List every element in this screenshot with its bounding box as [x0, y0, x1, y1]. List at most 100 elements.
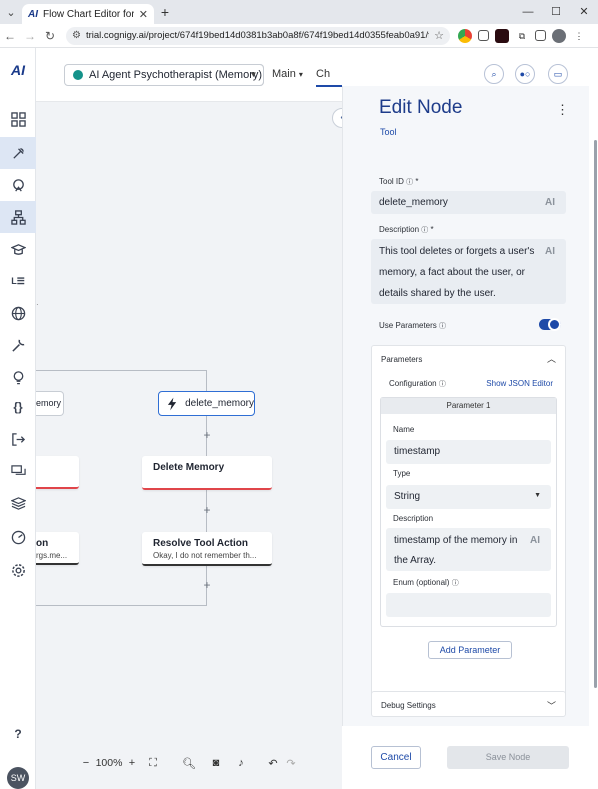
camera-icon[interactable]: ◙ [204, 757, 228, 769]
left-partial-node[interactable] [36, 456, 79, 489]
agent-name: AI Agent Psychotherapist (Memory) [89, 69, 263, 81]
enum-field[interactable] [386, 593, 551, 617]
connector-line [36, 605, 207, 606]
delete-memory-tool-node[interactable]: delete_memory [158, 391, 255, 416]
undo-icon[interactable]: ↶ [262, 757, 284, 770]
name-field[interactable]: timestamp [386, 440, 551, 464]
left-partial-resolve-node[interactable]: on rgs.me... [36, 532, 79, 565]
flow-canvas[interactable]: ‹ · + + + emory delete_memory Delete Mem… [36, 102, 342, 789]
chat-bubble-icon[interactable]: ▭ [548, 64, 568, 84]
agent-icon[interactable] [0, 169, 36, 201]
back-icon[interactable]: ← [0, 29, 20, 43]
build-icon[interactable] [0, 137, 36, 169]
chrome-extension-icon[interactable] [458, 28, 472, 43]
save-node-button[interactable]: Save Node [447, 746, 569, 769]
use-parameters-toggle[interactable] [539, 318, 561, 331]
extensions-area: ⧉ ⋮ [458, 28, 586, 43]
reload-icon[interactable]: ↻ [40, 29, 60, 43]
browser-tab[interactable]: AI Flow Chart Editor for Main | Co ✕ [22, 4, 154, 24]
use-parameters-label-text: Use Parameters [379, 321, 437, 330]
tool-node-label: delete_memory [185, 398, 254, 409]
analytics-icon[interactable] [0, 521, 36, 553]
address-bar: ← → ↻ ⚙ trial.cognigy.ai/project/674f19b… [0, 24, 598, 48]
more-options-icon[interactable]: ⋮ [556, 102, 569, 118]
flow-selector[interactable]: Main ▾ [272, 68, 303, 80]
ai-assist-icon[interactable]: AI [530, 535, 540, 546]
panel-scrollbar[interactable] [594, 140, 597, 688]
description-line-3: details shared by the user. [379, 288, 496, 299]
parameters-section: Parameters ︿ Configuration ⓘ Show JSON E… [371, 345, 566, 702]
minimize-icon[interactable]: — [514, 0, 542, 24]
site-info-icon[interactable]: ⚙ [72, 30, 81, 41]
dark-extension-icon[interactable] [495, 28, 509, 43]
param-description-field[interactable]: timestamp of the memory in the Array. AI [386, 528, 551, 571]
resolve-tool-action-node[interactable]: Resolve Tool Action Okay, I do not remem… [142, 532, 272, 566]
add-parameter-button[interactable]: Add Parameter [428, 641, 512, 659]
debug-settings-section[interactable]: Debug Settings ﹀ [371, 691, 566, 717]
search-icon[interactable]: ⌕ [484, 64, 504, 84]
memory-tool-node[interactable]: emory [36, 391, 64, 416]
bookmark-star-icon[interactable]: ☆ [434, 29, 444, 42]
help-icon[interactable]: ? [0, 718, 36, 750]
sidepanel-icon[interactable] [535, 30, 546, 41]
cancel-button[interactable]: Cancel [371, 746, 421, 769]
nlu-icon[interactable]: L☰ [0, 265, 36, 297]
description-field[interactable]: This tool deletes or forgets a user's me… [371, 239, 566, 304]
tab-chart[interactable]: Ch [316, 68, 342, 80]
copy-extension-icon[interactable] [478, 30, 489, 41]
wrench-icon[interactable] [0, 329, 36, 361]
bulb-icon[interactable] [0, 361, 36, 393]
delete-memory-node[interactable]: Delete Memory [142, 456, 272, 490]
enum-label-text: Enum (optional) [393, 578, 450, 587]
zoom-toolbar: − 100% + ⛶ 🔍︎ ◙ ♪ ↶ ↷ [80, 750, 332, 776]
ai-assist-icon[interactable]: AI [545, 197, 555, 208]
toggle-view-icon[interactable]: ●○ [515, 64, 535, 84]
tab-list-icon[interactable]: ⌄ [0, 6, 22, 19]
chevron-down-icon[interactable]: ▼ [244, 64, 264, 86]
chat-icon[interactable] [0, 455, 36, 487]
flow-icon[interactable] [0, 201, 36, 233]
layers-icon[interactable] [0, 487, 36, 519]
canvas-dot: · [36, 300, 39, 309]
globe-icon[interactable] [0, 297, 36, 329]
close-window-icon[interactable]: ✕ [570, 0, 598, 24]
dashboard-icon[interactable] [0, 103, 36, 135]
ai-assist-icon[interactable]: AI [545, 246, 555, 257]
add-node-icon[interactable]: + [201, 429, 213, 441]
tool-id-field[interactable]: delete_memory AI [371, 191, 566, 214]
search-icon[interactable]: 🔍︎ [174, 757, 204, 770]
profile-icon[interactable] [552, 28, 566, 43]
tool-id-label-text: Tool ID [379, 177, 404, 186]
zoom-in-icon[interactable]: + [126, 757, 138, 769]
parameter-card: Parameter 1 Name timestamp Type String ▼… [380, 397, 557, 627]
logout-icon[interactable] [0, 423, 36, 455]
redo-icon[interactable]: ↷ [284, 757, 298, 770]
agent-selector[interactable]: AI Agent Psychotherapist (Memory) [64, 64, 264, 86]
learn-icon[interactable] [0, 233, 36, 265]
code-icon[interactable]: {} [0, 391, 36, 423]
chevron-up-icon[interactable]: ︿ [547, 352, 556, 365]
zoom-level[interactable]: 100% [92, 757, 126, 769]
info-icon: ⓘ [451, 580, 459, 587]
node-subtitle: Okay, I do not remember th... [153, 551, 257, 560]
close-tab-icon[interactable]: ✕ [139, 8, 148, 21]
collapse-panel-icon[interactable]: ‹ [332, 108, 342, 128]
fit-screen-icon[interactable]: ⛶ [138, 757, 168, 770]
avatar[interactable]: SW [7, 767, 29, 789]
show-json-editor-link[interactable]: Show JSON Editor [486, 379, 553, 388]
cognigy-logo[interactable]: AI [0, 62, 36, 78]
zoom-out-icon[interactable]: − [80, 757, 92, 769]
add-node-icon[interactable]: + [201, 579, 213, 591]
chevron-down-icon[interactable]: ﹀ [547, 699, 556, 712]
new-tab-icon[interactable]: + [154, 4, 176, 20]
maximize-icon[interactable]: ☐ [542, 0, 570, 24]
browser-menu-icon[interactable]: ⋮ [572, 29, 586, 43]
settings-icon[interactable] [0, 554, 36, 586]
type-select[interactable]: String ▼ [386, 485, 551, 509]
add-node-icon[interactable]: + [201, 504, 213, 516]
dropdown-arrow-icon: ▼ [534, 492, 541, 499]
voice-preview-icon[interactable]: ♪ [228, 757, 254, 769]
puzzle-icon[interactable]: ⧉ [515, 29, 529, 43]
url-field[interactable]: ⚙ trial.cognigy.ai/project/674f19bed14d0… [66, 26, 450, 45]
forward-icon[interactable]: → [20, 29, 40, 43]
